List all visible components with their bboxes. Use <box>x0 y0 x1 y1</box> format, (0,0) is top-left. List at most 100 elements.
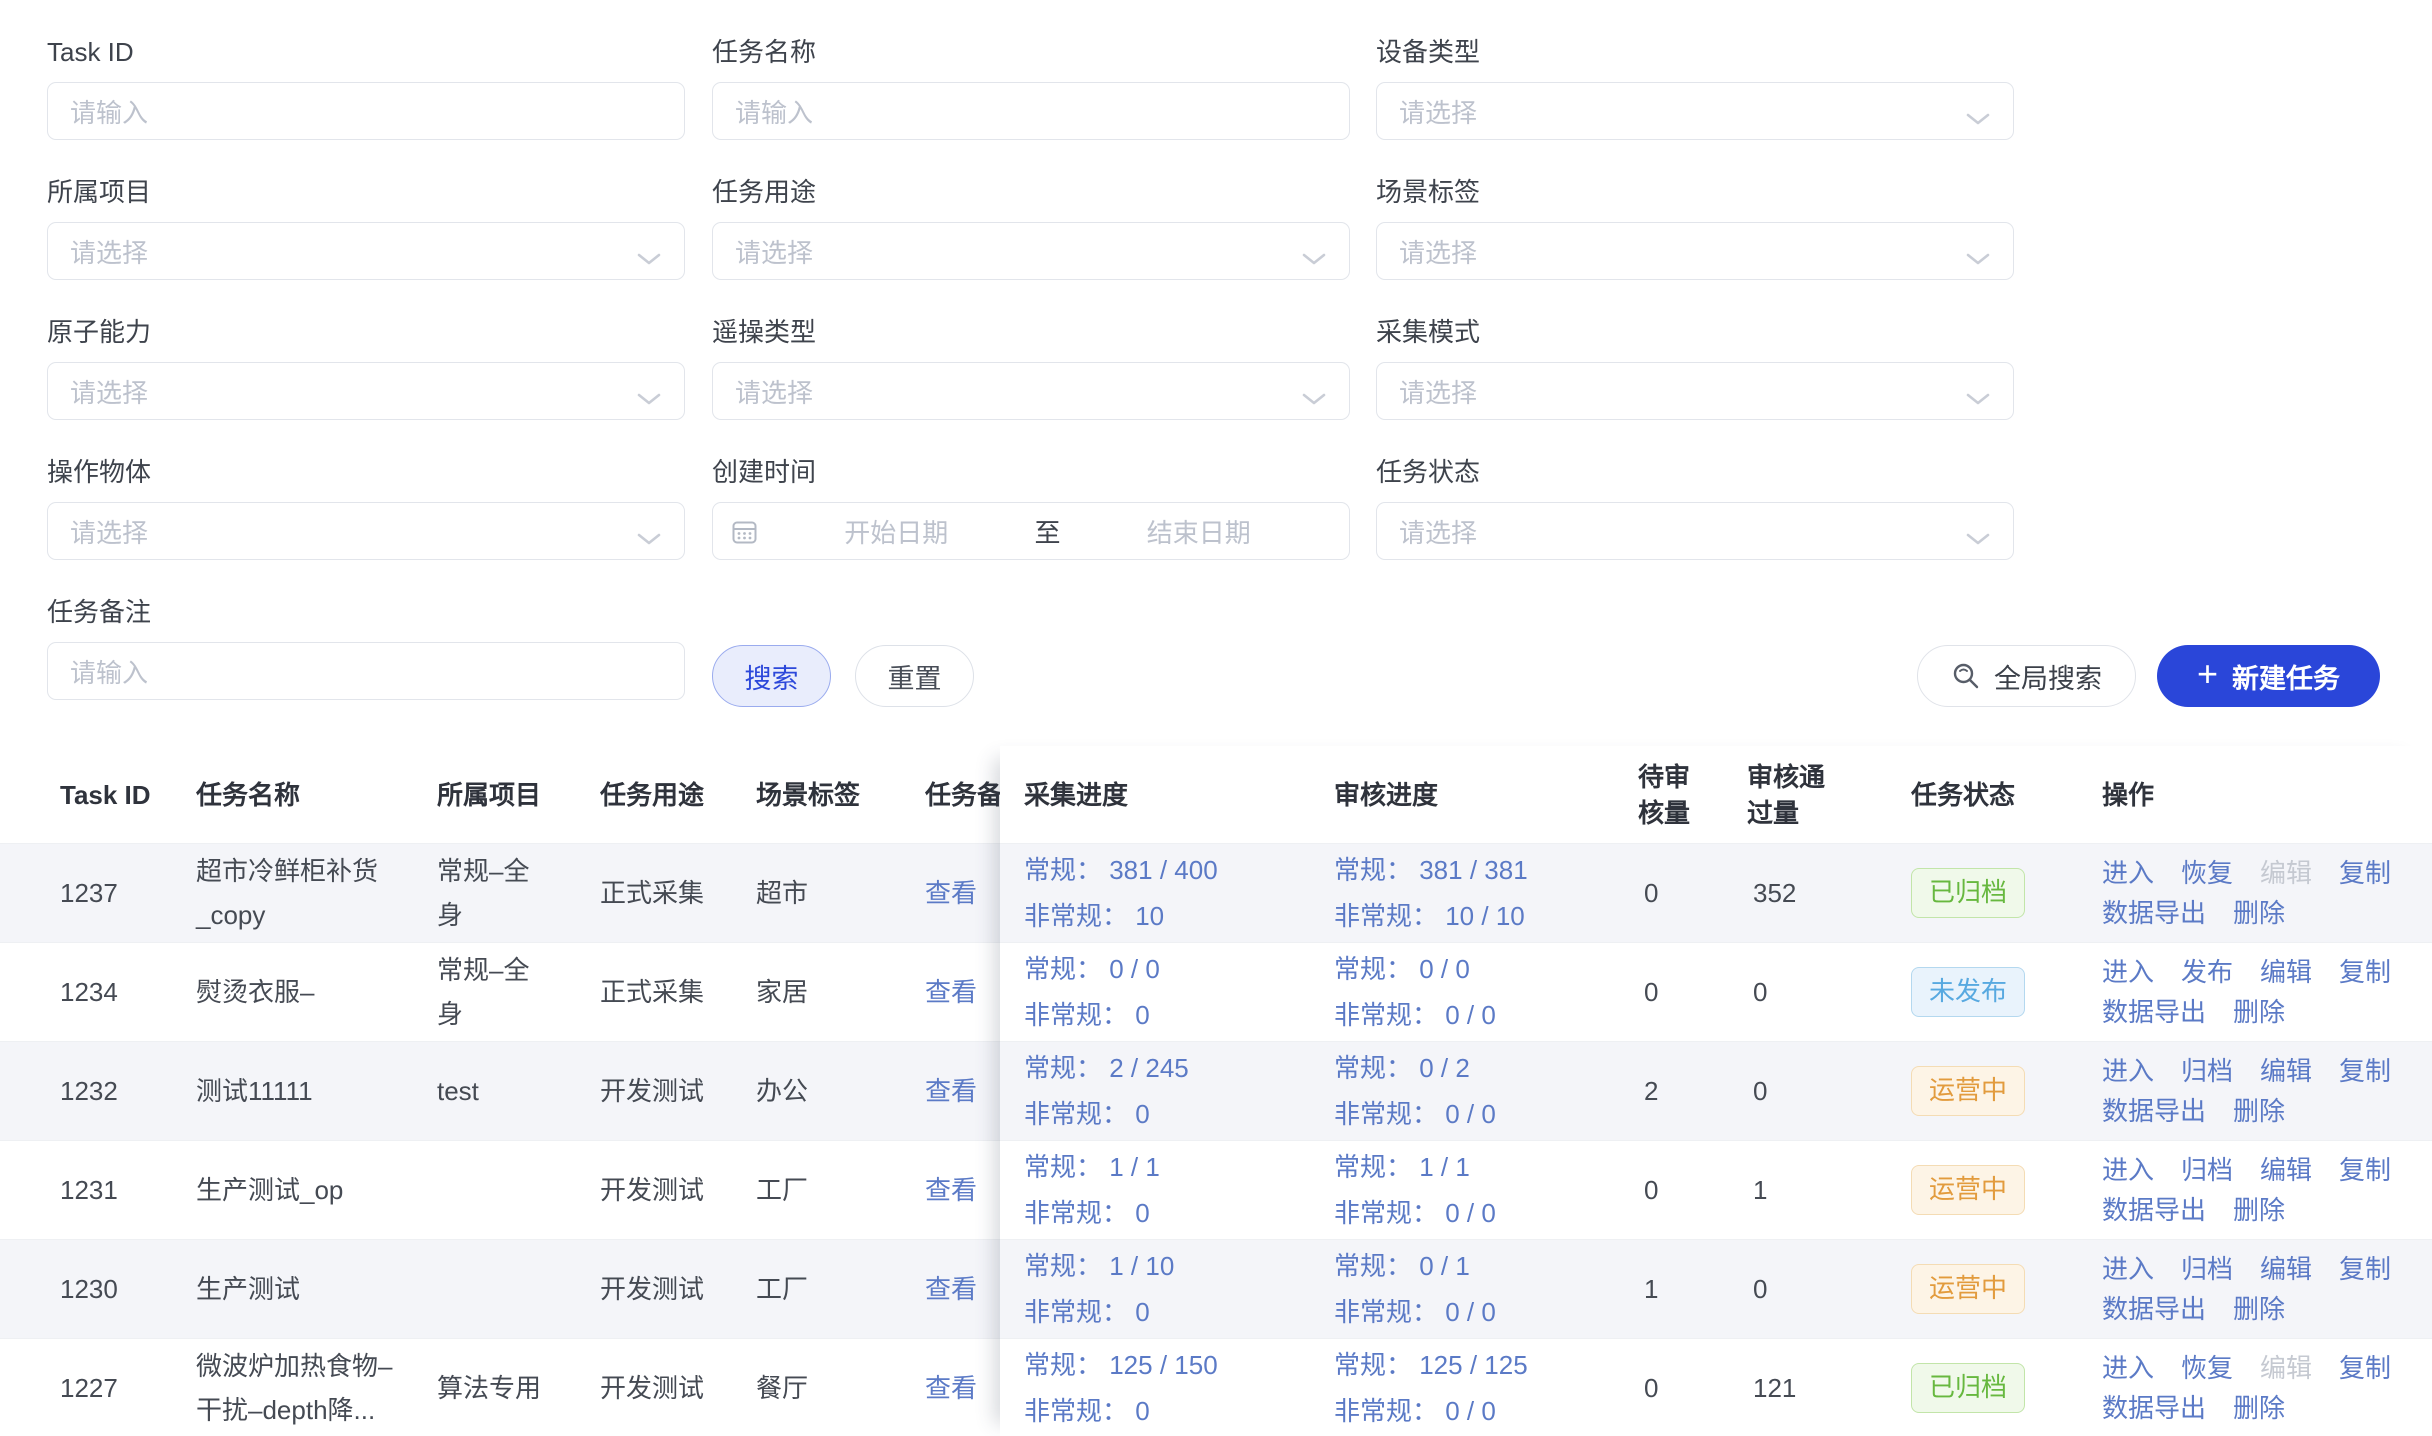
action-link[interactable]: 复制 <box>2339 1051 2391 1091</box>
action-link[interactable]: 编辑 <box>2260 952 2312 992</box>
cell-usage: 正式采集 <box>600 970 756 1014</box>
filter-teleop_type-select[interactable]: 请选择 <box>712 362 1350 420</box>
filter-label-create_time: 创建时间 <box>712 456 1350 488</box>
filter-label-task_status: 任务状态 <box>1376 456 2014 488</box>
filter-task_status-select[interactable]: 请选择 <box>1376 502 2014 560</box>
filter-create_time-daterange[interactable]: 开始日期至结束日期 <box>712 502 1350 560</box>
create-task-button[interactable]: + 新建任务 <box>2157 645 2380 707</box>
action-link[interactable]: 恢复 <box>2181 1348 2233 1388</box>
column-header-collect-progress-label: 采集进度 <box>1024 780 1128 810</box>
column-header-collect-progress: 采集进度 <box>1000 777 1334 813</box>
collect-progress-line: 非常规： 0 <box>1024 1289 1334 1335</box>
action-links-line: 数据导出删除 <box>2102 1091 2432 1131</box>
action-link[interactable]: 进入 <box>2102 1249 2154 1289</box>
daterange-end-input[interactable]: 结束日期 <box>1067 513 1332 550</box>
filter-device_type-select[interactable]: 请选择 <box>1376 82 2014 140</box>
action-link[interactable]: 归档 <box>2181 1249 2233 1289</box>
action-link[interactable]: 删除 <box>2233 893 2285 933</box>
action-link[interactable]: 归档 <box>2181 1150 2233 1190</box>
cell-actions: 进入归档编辑复制数据导出删除 <box>2094 1249 2432 1329</box>
action-link[interactable]: 数据导出 <box>2102 1091 2206 1131</box>
column-header-scene: 场景标签 <box>756 777 917 813</box>
cell-collect-progress: 常规： 125 / 150非常规： 0 <box>1000 1342 1334 1434</box>
daterange-start-input[interactable]: 开始日期 <box>764 513 1029 550</box>
view-note-link[interactable]: 查看 <box>925 1175 977 1205</box>
action-link[interactable]: 数据导出 <box>2102 893 2206 933</box>
filter-task_usage-select[interactable]: 请选择 <box>712 222 1350 280</box>
action-link[interactable]: 数据导出 <box>2102 992 2206 1032</box>
view-note-link[interactable]: 查看 <box>925 977 977 1007</box>
cell-pending-count: 2 <box>1638 1069 1747 1113</box>
cell-task-name: 生产测试 <box>196 1267 437 1311</box>
cell-scene: 家居 <box>756 970 917 1014</box>
action-link[interactable]: 进入 <box>2102 1150 2154 1190</box>
task-table: Task ID任务名称所属项目任务用途场景标签任务备注1237超市冷鲜柜补货 _… <box>0 746 2432 1436</box>
view-note-link[interactable]: 查看 <box>925 1274 977 1304</box>
action-link[interactable]: 恢复 <box>2181 853 2233 893</box>
review-progress-line: 常规： 381 / 381 <box>1334 847 1638 893</box>
review-progress-line: 非常规： 0 / 0 <box>1334 1190 1638 1236</box>
action-link[interactable]: 数据导出 <box>2102 1388 2206 1428</box>
input-placeholder: 请输入 <box>70 653 148 690</box>
view-note-link[interactable]: 查看 <box>925 878 977 908</box>
collect-progress-line: 非常规： 10 <box>1024 893 1334 939</box>
collect-progress-line: 常规： 1 / 10 <box>1024 1243 1334 1289</box>
search-button[interactable]: 搜索 <box>712 645 831 707</box>
filter-scene_tag-select[interactable]: 请选择 <box>1376 222 2014 280</box>
cell-review-progress: 常规： 0 / 1非常规： 0 / 0 <box>1334 1243 1638 1335</box>
action-link[interactable]: 复制 <box>2339 1150 2391 1190</box>
cell-actions: 进入恢复编辑复制数据导出删除 <box>2094 1348 2432 1428</box>
filter-label-scene_tag: 场景标签 <box>1376 176 2014 208</box>
action-link[interactable]: 删除 <box>2233 1091 2285 1131</box>
action-link[interactable]: 归档 <box>2181 1051 2233 1091</box>
daterange-separator: 至 <box>1029 513 1067 550</box>
cell-collect-progress: 常规： 381 / 400非常规： 10 <box>1000 847 1334 939</box>
filter-atomic_ability-select[interactable]: 请选择 <box>47 362 685 420</box>
collect-progress-line: 常规： 2 / 245 <box>1024 1045 1334 1091</box>
input-placeholder: 请输入 <box>70 93 148 130</box>
action-link[interactable]: 编辑 <box>2260 1051 2312 1091</box>
filter-task_note-input[interactable]: 请输入 <box>47 642 685 700</box>
cell-scene: 办公 <box>756 1069 917 1113</box>
filter-collect_mode-select[interactable]: 请选择 <box>1376 362 2014 420</box>
action-link[interactable]: 删除 <box>2233 1289 2285 1329</box>
action-link[interactable]: 删除 <box>2233 992 2285 1032</box>
global-search-button[interactable]: 全局搜索 <box>1917 645 2136 707</box>
view-note-link[interactable]: 查看 <box>925 1076 977 1106</box>
action-link[interactable]: 复制 <box>2339 853 2391 893</box>
filter-project-select[interactable]: 请选择 <box>47 222 685 280</box>
cell-task-id: 1231 <box>0 1168 196 1212</box>
action-link[interactable]: 编辑 <box>2260 1249 2312 1289</box>
action-link[interactable]: 删除 <box>2233 1388 2285 1428</box>
action-link[interactable]: 发布 <box>2181 952 2233 992</box>
collect-progress-line: 常规： 381 / 400 <box>1024 847 1334 893</box>
action-link[interactable]: 进入 <box>2102 1051 2154 1091</box>
action-link[interactable]: 删除 <box>2233 1190 2285 1230</box>
action-link[interactable]: 进入 <box>2102 853 2154 893</box>
cell-passed-count: 121 <box>1747 1366 1911 1410</box>
table-row: 常规： 1 / 10非常规： 0常规： 0 / 1非常规： 0 / 010运营中… <box>1000 1239 2432 1338</box>
action-link[interactable]: 数据导出 <box>2102 1190 2206 1230</box>
reset-button[interactable]: 重置 <box>855 645 974 707</box>
action-link[interactable]: 编辑 <box>2260 1150 2312 1190</box>
action-links-line: 进入归档编辑复制 <box>2102 1051 2432 1091</box>
action-link: 编辑 <box>2260 1348 2312 1388</box>
global-search-label: 全局搜索 <box>1994 657 2102 696</box>
review-progress-line: 常规： 0 / 1 <box>1334 1243 1638 1289</box>
filter-target_object-select[interactable]: 请选择 <box>47 502 685 560</box>
filter-task_name-input[interactable]: 请输入 <box>712 82 1350 140</box>
table-scroll-right-pane[interactable]: 采集进度审核进度待审核量审核通过量任务状态操作常规： 381 / 400非常规：… <box>1000 746 2432 1436</box>
column-header-note: 任务备注 <box>917 777 1000 813</box>
action-link[interactable]: 数据导出 <box>2102 1289 2206 1329</box>
cell-scene: 超市 <box>756 871 917 915</box>
action-link[interactable]: 复制 <box>2339 1249 2391 1289</box>
filter-task_id-input[interactable]: 请输入 <box>47 82 685 140</box>
action-link[interactable]: 复制 <box>2339 1348 2391 1388</box>
action-link[interactable]: 进入 <box>2102 1348 2154 1388</box>
view-note-link[interactable]: 查看 <box>925 1373 977 1403</box>
cell-task-id: 1232 <box>0 1069 196 1113</box>
filter-field-device_type: 设备类型请选择 <box>1376 36 2014 140</box>
table-header-right: 采集进度审核进度待审核量审核通过量任务状态操作 <box>1000 746 2432 843</box>
action-link[interactable]: 复制 <box>2339 952 2391 992</box>
action-link[interactable]: 进入 <box>2102 952 2154 992</box>
